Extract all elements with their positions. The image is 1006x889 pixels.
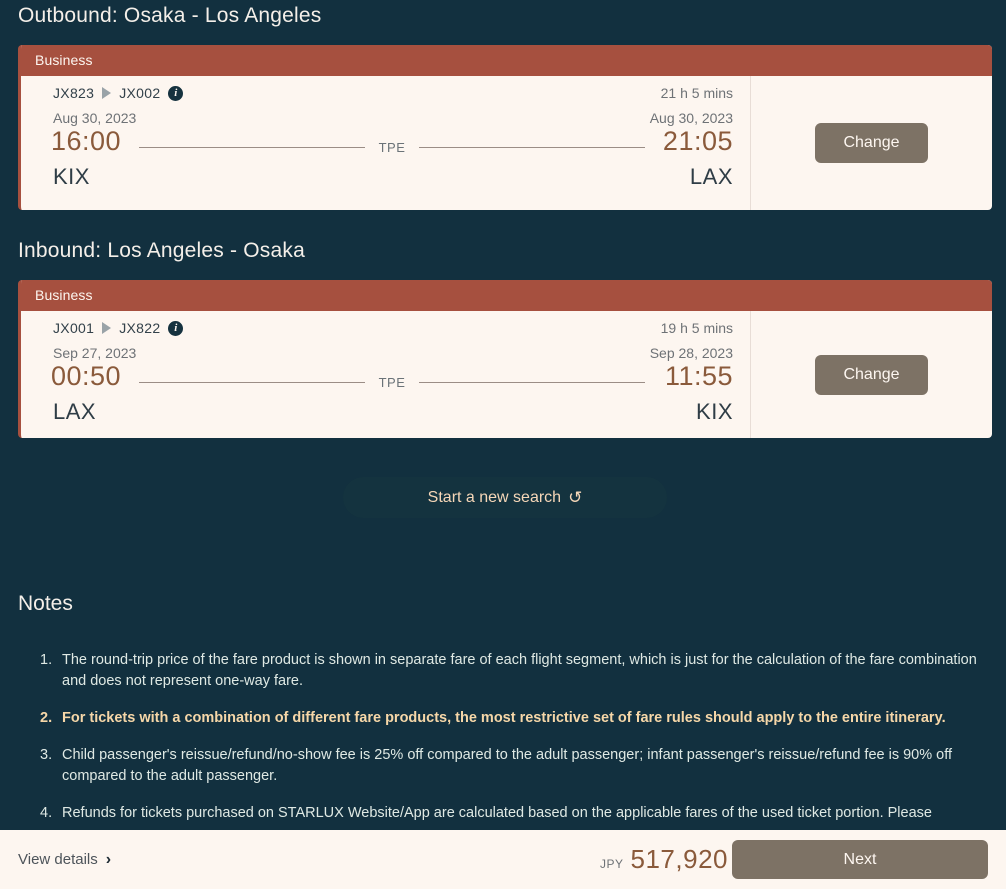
reload-icon: ↺ [568, 487, 583, 507]
inbound-action-area: Change [751, 311, 992, 438]
outbound-segment-details: JX823 JX002 i Aug 30, 2023 21 h 5 mins A… [21, 76, 751, 210]
inbound-duration: 19 h 5 mins [660, 320, 733, 336]
note-item: Child passenger's reissue/refund/no-show… [40, 745, 953, 784]
footer-bar: View details › JPY 517,920 Next [0, 830, 1006, 889]
inbound-section-title: Inbound: Los Angeles - Osaka [18, 239, 305, 262]
outbound-arrive-date: Aug 30, 2023 [649, 110, 733, 126]
outbound-card-body: JX823 JX002 i Aug 30, 2023 21 h 5 mins A… [21, 76, 992, 210]
start-new-search-label: Start a new search [427, 488, 562, 506]
outbound-duration: 21 h 5 mins [660, 85, 733, 101]
note-item: Refunds for tickets purchased on STARLUX… [40, 803, 932, 824]
info-icon[interactable]: i [168, 320, 184, 336]
outbound-stopover-code: TPE [378, 140, 406, 155]
inbound-flight-number-second: JX822 [119, 320, 161, 336]
outbound-section-title: Outbound: Osaka - Los Angeles [18, 4, 322, 27]
inbound-itinerary-card: Business JX001 JX822 i Sep 27, 2023 19 h… [18, 280, 992, 438]
outbound-change-button[interactable]: Change [815, 123, 928, 163]
route-line-right [419, 382, 646, 383]
notes-title: Notes [18, 592, 73, 615]
inbound-stopover-code: TPE [378, 375, 406, 390]
note-item: For tickets with a combination of differ… [40, 708, 946, 729]
inbound-flight-number-first: JX001 [53, 320, 95, 336]
inbound-arrive-date: Sep 28, 2023 [649, 345, 733, 361]
outbound-depart-airport: KIX [53, 164, 90, 189]
route-line-right [419, 147, 646, 148]
outbound-flight-number-second: JX002 [119, 85, 161, 101]
next-button[interactable]: Next [732, 840, 988, 879]
inbound-route-line: TPE [139, 375, 646, 390]
outbound-depart-date: Aug 30, 2023 [53, 110, 137, 126]
inbound-segment-details: JX001 JX822 i Sep 27, 2023 19 h 5 mins S… [21, 311, 751, 438]
view-details-button[interactable]: View details › [18, 851, 111, 869]
route-line-left [139, 147, 365, 148]
outbound-arrive-time: 21:05 [662, 126, 733, 156]
info-icon[interactable]: i [168, 85, 184, 101]
outbound-arrive-airport: LAX [689, 164, 733, 189]
price-amount: 517,920 [630, 844, 728, 874]
outbound-flight-numbers: JX823 JX002 i [53, 85, 184, 101]
play-triangle-icon [102, 322, 112, 334]
inbound-depart-airport: LAX [53, 399, 97, 424]
view-details-label: View details [18, 851, 98, 868]
play-triangle-icon [102, 87, 112, 99]
inbound-card-body: JX001 JX822 i Sep 27, 2023 19 h 5 mins S… [21, 311, 992, 438]
total-price: JPY 517,920 [600, 844, 728, 875]
outbound-route-line: TPE [139, 140, 646, 155]
inbound-flight-numbers: JX001 JX822 i [53, 320, 184, 336]
inbound-arrive-airport: KIX [696, 399, 733, 424]
outbound-flight-number-first: JX823 [53, 85, 95, 101]
outbound-action-area: Change [751, 76, 992, 210]
price-currency: JPY [600, 857, 624, 871]
notes-list: The round-trip price of the fare product… [40, 650, 1000, 840]
inbound-cabin-badge: Business [21, 280, 992, 311]
inbound-depart-time: 00:50 [51, 361, 122, 391]
note-item: The round-trip price of the fare product… [40, 650, 977, 689]
inbound-depart-date: Sep 27, 2023 [53, 345, 137, 361]
booking-review-page: Outbound: Osaka - Los Angeles Business J… [0, 0, 1006, 889]
start-new-search-button[interactable]: Start a new search ↺ [343, 477, 667, 518]
outbound-cabin-badge: Business [21, 45, 992, 76]
chevron-right-icon: › [105, 850, 112, 868]
outbound-depart-time: 16:00 [51, 126, 122, 156]
inbound-arrive-time: 11:55 [664, 361, 733, 391]
outbound-itinerary-card: Business JX823 JX002 i Aug 30, 2023 21 h… [18, 45, 992, 210]
inbound-change-button[interactable]: Change [815, 354, 928, 395]
route-line-left [139, 382, 365, 383]
